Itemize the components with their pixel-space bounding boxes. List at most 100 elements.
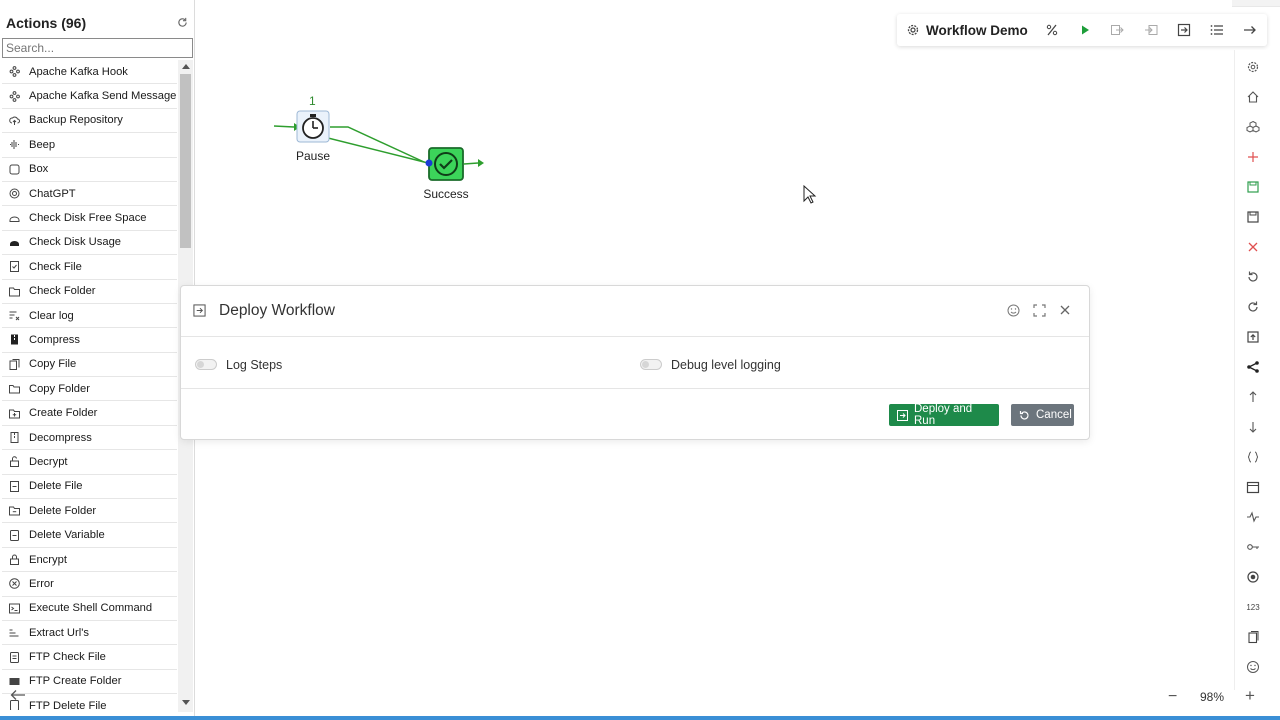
terminal-icon (9, 603, 20, 614)
zoom-out-button[interactable]: − (1168, 688, 1177, 706)
action-item[interactable]: Copy Folder (2, 377, 177, 402)
smile-icon[interactable] (1006, 303, 1020, 317)
key-icon[interactable] (1245, 539, 1261, 555)
upload-icon[interactable] (1245, 329, 1261, 345)
search-input[interactable] (2, 38, 193, 58)
action-item[interactable]: Extract Url's (2, 621, 177, 646)
save-icon[interactable] (1245, 209, 1261, 225)
debug-logging-toggle[interactable] (640, 359, 662, 370)
smile-icon[interactable] (1245, 659, 1261, 675)
action-item[interactable]: Error (2, 572, 177, 597)
zip-icon (9, 334, 20, 345)
workflow-name[interactable]: Workflow Demo (926, 23, 1028, 38)
close-icon[interactable] (1058, 303, 1072, 317)
pulse-icon[interactable] (1245, 509, 1261, 525)
braces-icon[interactable] (1245, 449, 1261, 465)
undo-icon (1019, 410, 1030, 421)
action-item[interactable]: Apache Kafka Send Message (2, 84, 177, 109)
back-arrow-icon[interactable] (10, 689, 26, 701)
copy-folder-icon (9, 383, 20, 394)
connection-port[interactable] (425, 159, 433, 167)
calendar-icon[interactable] (1245, 479, 1261, 495)
deploy-icon[interactable] (1176, 22, 1192, 38)
action-item[interactable]: Compress (2, 328, 177, 353)
action-item[interactable]: FTP Create Folder (2, 670, 177, 695)
action-item[interactable]: Delete Variable (2, 523, 177, 548)
deploy-icon (897, 409, 908, 421)
action-label: Check Disk Free Space (29, 212, 147, 225)
disk-filled-icon (9, 237, 20, 248)
log-steps-toggle[interactable] (195, 359, 217, 370)
action-item[interactable]: Backup Repository (2, 109, 177, 134)
action-item[interactable]: Check Disk Free Space (2, 206, 177, 231)
arrow-right-icon[interactable] (1242, 22, 1258, 38)
close-icon[interactable] (1245, 239, 1261, 255)
zoom-level: 98% (1200, 690, 1225, 704)
numbers-icon[interactable]: 123 (1245, 599, 1261, 615)
plus-icon[interactable] (1245, 149, 1261, 165)
arrow-down-icon[interactable] (1245, 419, 1261, 435)
scroll-down-icon[interactable] (182, 700, 190, 705)
flow-edge (463, 162, 479, 165)
action-item[interactable]: Box (2, 158, 177, 182)
scroll-thumb[interactable] (180, 74, 191, 248)
pause-node[interactable] (296, 110, 330, 143)
cancel-label: Cancel (1036, 409, 1072, 421)
play-icon[interactable] (1077, 22, 1093, 38)
action-item[interactable]: Check File (2, 255, 177, 280)
action-item[interactable]: Create Folder (2, 401, 177, 426)
redo-icon[interactable] (1245, 299, 1261, 315)
percent-icon[interactable] (1044, 22, 1060, 38)
action-label: Apache Kafka Hook (29, 65, 128, 78)
home-icon[interactable] (1245, 89, 1261, 105)
copy-file-icon (9, 358, 20, 370)
action-item[interactable]: FTP Check File (2, 645, 177, 670)
target-icon[interactable] (1245, 569, 1261, 585)
arrow-up-icon[interactable] (1245, 389, 1261, 405)
action-item[interactable]: ChatGPT (2, 182, 177, 207)
cancel-button[interactable]: Cancel (1011, 404, 1074, 426)
flow-arrowhead (478, 159, 484, 167)
action-item[interactable]: Execute Shell Command (2, 597, 177, 621)
action-item[interactable]: Decompress (2, 426, 177, 451)
action-item[interactable]: FTP Delete File (2, 694, 177, 710)
save-green-icon[interactable] (1245, 179, 1261, 195)
action-label: Execute Shell Command (29, 602, 153, 615)
import-icon[interactable] (1143, 22, 1159, 38)
action-item[interactable]: Beep (2, 133, 177, 158)
action-item[interactable]: Apache Kafka Hook (2, 60, 177, 85)
success-node[interactable] (428, 147, 464, 181)
deploy-and-run-button[interactable]: Deploy and Run (889, 403, 999, 427)
maximize-icon[interactable] (1032, 303, 1046, 317)
copy-icon[interactable] (1245, 629, 1261, 645)
action-item[interactable]: Copy File (2, 353, 177, 378)
action-item[interactable]: Delete File (2, 475, 177, 500)
file-minus-icon (9, 480, 20, 492)
flow-edge (330, 126, 425, 163)
export-icon[interactable] (1109, 22, 1125, 38)
scroll-up-icon[interactable] (182, 64, 190, 69)
log-steps-label: Log Steps (226, 358, 283, 372)
action-item[interactable]: Encrypt (2, 548, 177, 573)
share-icon[interactable] (1245, 359, 1261, 375)
refresh-icon[interactable] (177, 17, 188, 28)
list-icon[interactable] (1209, 22, 1225, 38)
action-item[interactable]: Check Folder (2, 280, 177, 304)
action-item[interactable]: Clear log (2, 304, 177, 329)
action-label: Create Folder (29, 407, 98, 420)
error-circle-icon (9, 578, 20, 590)
folder-plus-icon (9, 408, 20, 419)
mouse-cursor-icon (803, 185, 817, 204)
actions-sidebar: Actions (96) Apache Kafka HookApache Kaf… (0, 0, 195, 716)
success-node-label: Success (423, 187, 469, 201)
cubes-icon[interactable] (1245, 119, 1261, 135)
action-item[interactable]: Check Disk Usage (2, 231, 177, 256)
undo-icon[interactable] (1245, 269, 1261, 285)
right-toolbar: 123 (1234, 50, 1280, 690)
gear-icon[interactable] (906, 23, 920, 37)
unlock-icon (9, 456, 20, 468)
action-item[interactable]: Decrypt (2, 450, 177, 475)
action-item[interactable]: Delete Folder (2, 499, 177, 524)
gear-icon[interactable] (1245, 59, 1261, 75)
zoom-in-button[interactable]: + (1245, 686, 1255, 706)
